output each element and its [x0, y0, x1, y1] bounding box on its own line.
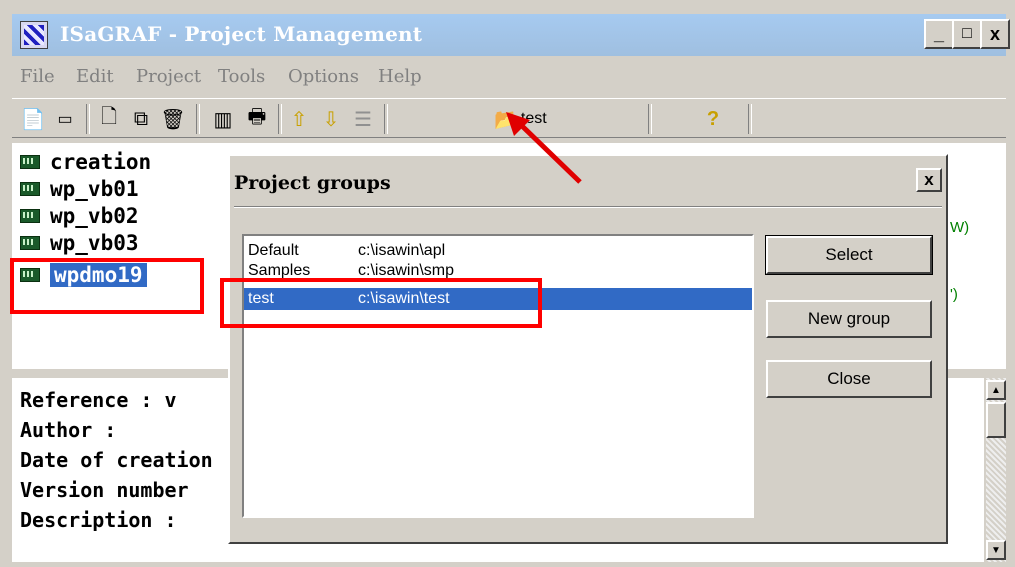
menu-file[interactable]: File	[20, 66, 55, 87]
app-icon	[20, 21, 48, 49]
property-reference: Reference : v	[20, 388, 177, 412]
project-item-creation[interactable]: creation	[20, 149, 151, 175]
group-list[interactable]: Default c:\isawin\apl Samples c:\isawin\…	[242, 234, 754, 518]
project-name: wp_vb02	[50, 204, 139, 228]
property-author: Author :	[20, 418, 117, 442]
scroll-up-button[interactable]: ▲	[986, 380, 1006, 400]
toolbar-separator	[748, 104, 752, 134]
menu-help[interactable]: Help	[378, 66, 422, 87]
highlight-box	[10, 258, 204, 314]
archive-icon[interactable]: ▥	[208, 106, 238, 132]
project-name: creation	[50, 150, 152, 174]
minimize-button[interactable]: _	[924, 19, 954, 49]
menu-edit[interactable]: Edit	[76, 66, 114, 87]
arrow-up-icon[interactable]: ⇧	[286, 106, 312, 132]
project-name: wp_vb01	[50, 177, 139, 201]
annotation-arrow	[506, 112, 582, 184]
toolbar-separator	[196, 104, 200, 134]
print-icon[interactable]: 🖶	[244, 106, 270, 132]
project-comment-fragment: W)	[950, 219, 970, 236]
new-group-button[interactable]: New group	[766, 300, 932, 338]
group-name: Default	[248, 242, 299, 259]
highlight-box	[220, 278, 542, 328]
project-icon	[20, 155, 40, 169]
toolbar-separator	[278, 104, 282, 134]
property-version: Version number	[20, 478, 189, 502]
project-comment-fragment: ')	[950, 286, 958, 303]
properties-icon[interactable]: 📄	[20, 106, 46, 132]
toolbar-separator	[384, 104, 388, 134]
list-icon[interactable]: ☰	[350, 106, 376, 132]
dialog-close-button[interactable]: x	[916, 168, 942, 192]
property-description: Description :	[20, 508, 177, 532]
close-dialog-button[interactable]: Close	[766, 360, 932, 398]
arrow-down-icon[interactable]: ⇩	[318, 106, 344, 132]
maximize-button[interactable]: □	[952, 19, 982, 49]
project-item-wp-vb01[interactable]: wp_vb01	[20, 176, 139, 202]
menu-tools[interactable]: Tools	[218, 66, 265, 87]
group-row-default[interactable]: Default c:\isawin\apl	[244, 240, 752, 262]
scroll-down-button[interactable]: ▼	[986, 540, 1006, 560]
delete-project-icon[interactable]: 🗑	[160, 106, 186, 132]
new-project-icon[interactable]: 🗋	[96, 106, 122, 132]
project-item-wp-vb02[interactable]: wp_vb02	[20, 203, 139, 229]
menu-options[interactable]: Options	[288, 66, 359, 87]
close-button[interactable]: x	[980, 19, 1010, 49]
menu-project[interactable]: Project	[136, 66, 201, 87]
project-name: wp_vb03	[50, 231, 139, 255]
project-icon	[20, 236, 40, 250]
dialog-separator	[234, 206, 942, 208]
property-date: Date of creation :	[20, 448, 237, 472]
window-title: ISaGRAF - Project Management	[60, 22, 423, 46]
toolbar-separator	[648, 104, 652, 134]
project-icon	[20, 182, 40, 196]
card-icon[interactable]: ▭	[52, 106, 78, 132]
dialog-title: Project groups	[234, 172, 391, 194]
group-path: c:\isawin\apl	[358, 242, 446, 259]
toolbar-separator	[86, 104, 90, 134]
copy-project-icon[interactable]: ⧉	[128, 106, 154, 132]
arrow-shaft	[518, 122, 582, 184]
project-icon	[20, 209, 40, 223]
project-item-wp-vb03[interactable]: wp_vb03	[20, 230, 139, 256]
help-icon[interactable]: ?	[700, 106, 726, 132]
scroll-thumb[interactable]	[986, 402, 1006, 438]
select-button[interactable]: Select	[765, 235, 933, 275]
